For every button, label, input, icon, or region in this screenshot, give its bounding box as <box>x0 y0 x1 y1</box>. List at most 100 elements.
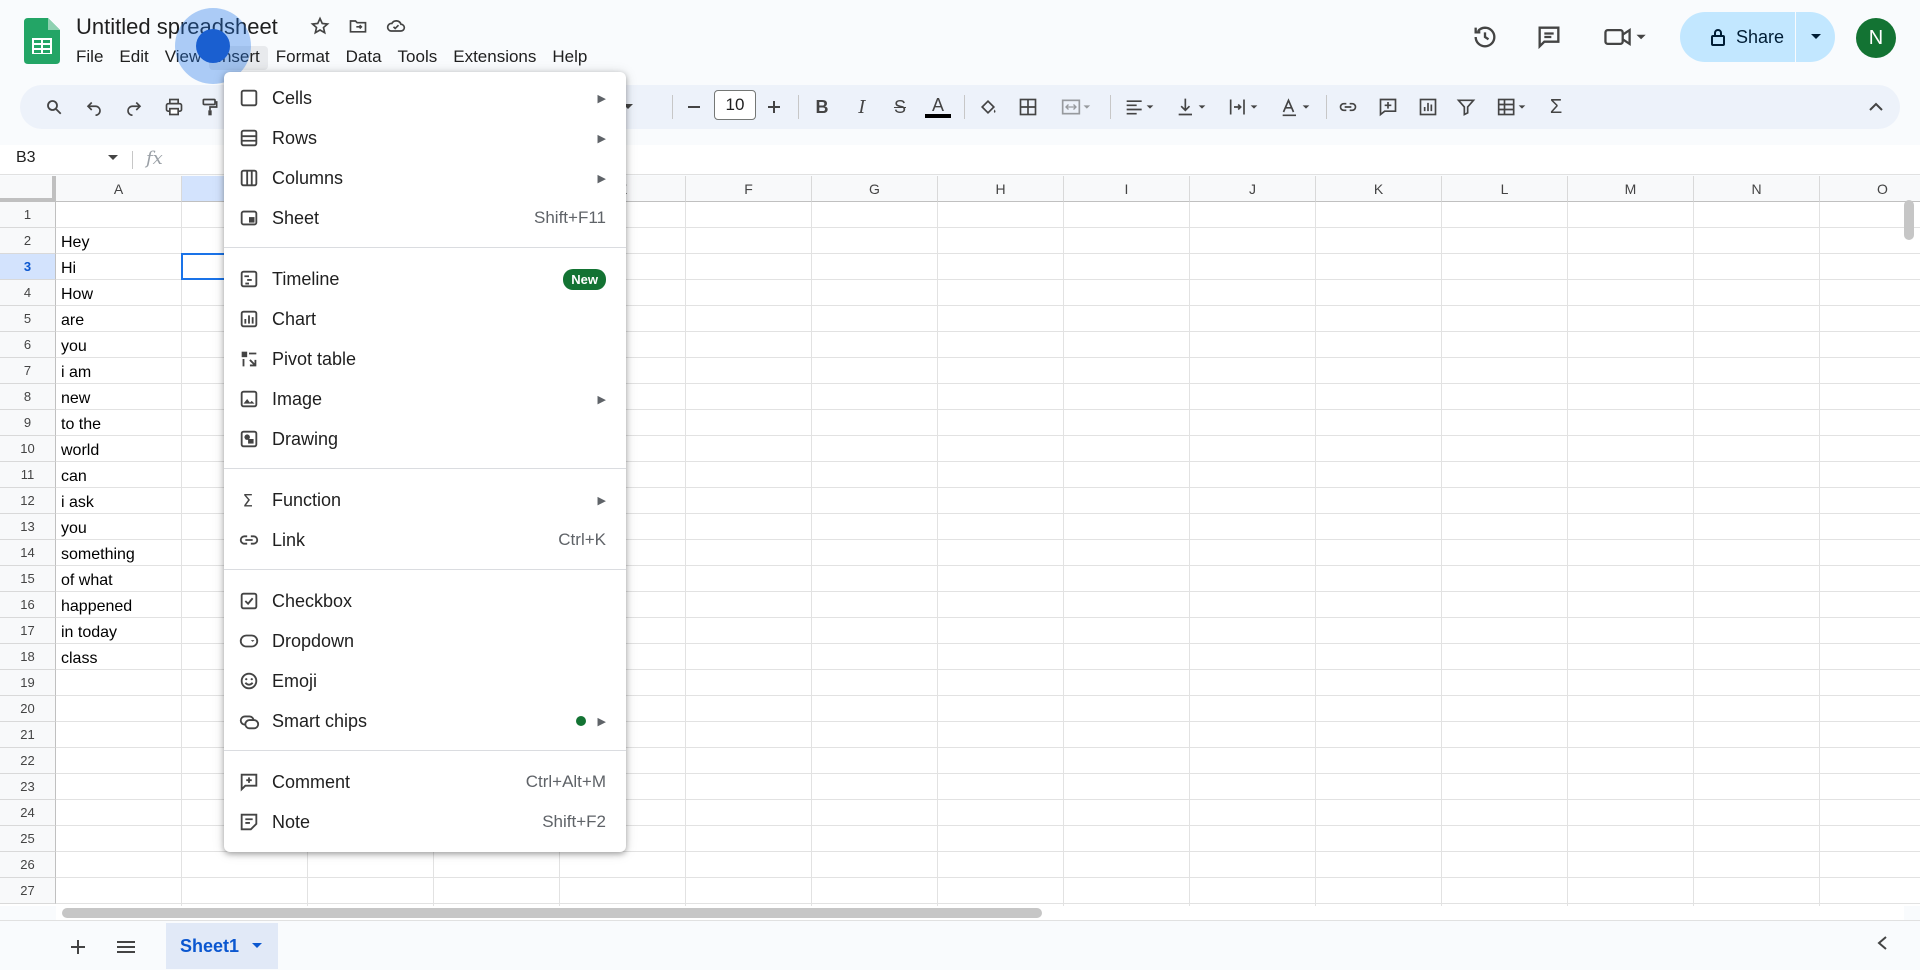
cell[interactable]: class <box>56 644 97 670</box>
cell[interactable]: can <box>56 462 87 488</box>
version-history-icon[interactable] <box>1470 22 1500 52</box>
menu-tools[interactable]: Tools <box>390 46 446 70</box>
row-header[interactable]: 13 <box>0 514 56 540</box>
sheets-logo-icon[interactable] <box>24 18 60 64</box>
row-header[interactable]: 14 <box>0 540 56 566</box>
table-view-icon[interactable] <box>1490 93 1534 121</box>
row-header[interactable]: 27 <box>0 878 56 904</box>
column-header[interactable]: G <box>812 176 938 202</box>
merge-cells-icon[interactable] <box>1054 93 1098 121</box>
column-header[interactable]: N <box>1694 176 1820 202</box>
cell[interactable]: something <box>56 540 135 566</box>
row-header[interactable]: 21 <box>0 722 56 748</box>
select-all-corner[interactable] <box>0 176 56 202</box>
column-header[interactable]: A <box>56 176 182 202</box>
horizontal-scrollbar[interactable] <box>62 908 1042 918</box>
row-header[interactable]: 20 <box>0 696 56 722</box>
menu-item-dropdown[interactable]: Dropdown <box>224 621 626 661</box>
cell[interactable]: in today <box>56 618 117 644</box>
menu-data[interactable]: Data <box>338 46 390 70</box>
insert-link-icon[interactable] <box>1334 93 1362 121</box>
menu-item-function[interactable]: Σ Function ▶ <box>224 480 626 520</box>
menu-item-smart-chips[interactable]: Smart chips ▶ <box>224 701 626 741</box>
functions-icon[interactable]: Σ <box>1542 93 1570 121</box>
column-header[interactable]: L <box>1442 176 1568 202</box>
cell[interactable]: happened <box>56 592 132 618</box>
search-icon[interactable] <box>40 93 68 121</box>
menu-item-rows[interactable]: Rows ▶ <box>224 118 626 158</box>
print-icon[interactable] <box>160 93 188 121</box>
row-header[interactable]: 7 <box>0 358 56 384</box>
increase-font-size-icon[interactable] <box>760 93 788 121</box>
vertical-align-icon[interactable] <box>1170 93 1214 121</box>
column-header[interactable]: J <box>1190 176 1316 202</box>
column-header[interactable]: M <box>1568 176 1694 202</box>
row-header[interactable]: 3 <box>0 254 56 280</box>
insert-chart-icon[interactable] <box>1414 93 1442 121</box>
row-header[interactable]: 9 <box>0 410 56 436</box>
side-panel-toggle-icon[interactable] <box>1876 935 1888 956</box>
decrease-font-size-icon[interactable] <box>680 93 708 121</box>
cell[interactable]: to the <box>56 410 101 436</box>
menu-item-comment[interactable]: Comment Ctrl+Alt+M <box>224 762 626 802</box>
avatar[interactable]: N <box>1856 18 1896 58</box>
cell[interactable]: of what <box>56 566 113 592</box>
menu-item-timeline[interactable]: Timeline New <box>224 259 626 299</box>
menu-item-drawing[interactable]: Drawing <box>224 419 626 459</box>
cell[interactable]: i ask <box>56 488 94 514</box>
row-header[interactable]: 11 <box>0 462 56 488</box>
row-header[interactable]: 1 <box>0 202 56 228</box>
column-header[interactable]: I <box>1064 176 1190 202</box>
menu-file[interactable]: File <box>68 46 111 70</box>
row-header[interactable]: 18 <box>0 644 56 670</box>
cell[interactable]: you <box>56 332 87 358</box>
cell[interactable]: are <box>56 306 84 332</box>
column-header[interactable]: H <box>938 176 1064 202</box>
row-header[interactable]: 17 <box>0 618 56 644</box>
filter-icon[interactable] <box>1452 93 1480 121</box>
column-header[interactable]: F <box>686 176 812 202</box>
undo-icon[interactable] <box>80 93 108 121</box>
column-header[interactable]: K <box>1316 176 1442 202</box>
cell[interactable]: new <box>56 384 90 410</box>
cell[interactable]: you <box>56 514 87 540</box>
share-dropdown-icon[interactable] <box>1796 33 1835 41</box>
row-header[interactable]: 23 <box>0 774 56 800</box>
row-header[interactable]: 16 <box>0 592 56 618</box>
row-header[interactable]: 10 <box>0 436 56 462</box>
paint-format-icon[interactable] <box>196 93 224 121</box>
text-wrapping-icon[interactable] <box>1222 93 1266 121</box>
menu-edit[interactable]: Edit <box>111 46 156 70</box>
menu-item-chart[interactable]: Chart <box>224 299 626 339</box>
row-header[interactable]: 15 <box>0 566 56 592</box>
menu-help[interactable]: Help <box>544 46 595 70</box>
borders-icon[interactable] <box>1014 93 1042 121</box>
font-size-input[interactable]: 10 <box>714 90 756 120</box>
sheet-tab[interactable]: Sheet1 <box>166 923 278 969</box>
menu-item-sheet[interactable]: Sheet Shift+F11 <box>224 198 626 238</box>
cell[interactable]: Hey <box>56 228 89 254</box>
menu-format[interactable]: Format <box>268 46 338 70</box>
cell[interactable]: world <box>56 436 99 462</box>
cell[interactable]: How <box>56 280 93 306</box>
sheet-tab-dropdown-icon[interactable] <box>251 942 263 950</box>
strikethrough-icon[interactable]: S <box>886 93 914 121</box>
name-box-dropdown-icon[interactable] <box>108 155 118 161</box>
bold-icon[interactable]: B <box>808 93 836 121</box>
row-header[interactable]: 19 <box>0 670 56 696</box>
share-button[interactable]: Share <box>1680 12 1835 62</box>
text-rotation-icon[interactable] <box>1274 93 1318 121</box>
cell[interactable]: i am <box>56 358 91 384</box>
row-header[interactable]: 24 <box>0 800 56 826</box>
cloud-status-icon[interactable] <box>384 14 408 38</box>
move-folder-icon[interactable] <box>346 14 370 38</box>
row-header[interactable]: 2 <box>0 228 56 254</box>
star-icon[interactable] <box>308 14 332 38</box>
column-header[interactable]: O <box>1820 176 1920 202</box>
menu-item-cells[interactable]: Cells ▶ <box>224 78 626 118</box>
vertical-scrollbar[interactable] <box>1904 200 1914 240</box>
text-color-icon[interactable]: A <box>924 93 952 121</box>
menu-item-pivot-table[interactable]: Pivot table <box>224 339 626 379</box>
name-box[interactable]: B3 <box>16 149 36 167</box>
menu-item-checkbox[interactable]: Checkbox <box>224 581 626 621</box>
